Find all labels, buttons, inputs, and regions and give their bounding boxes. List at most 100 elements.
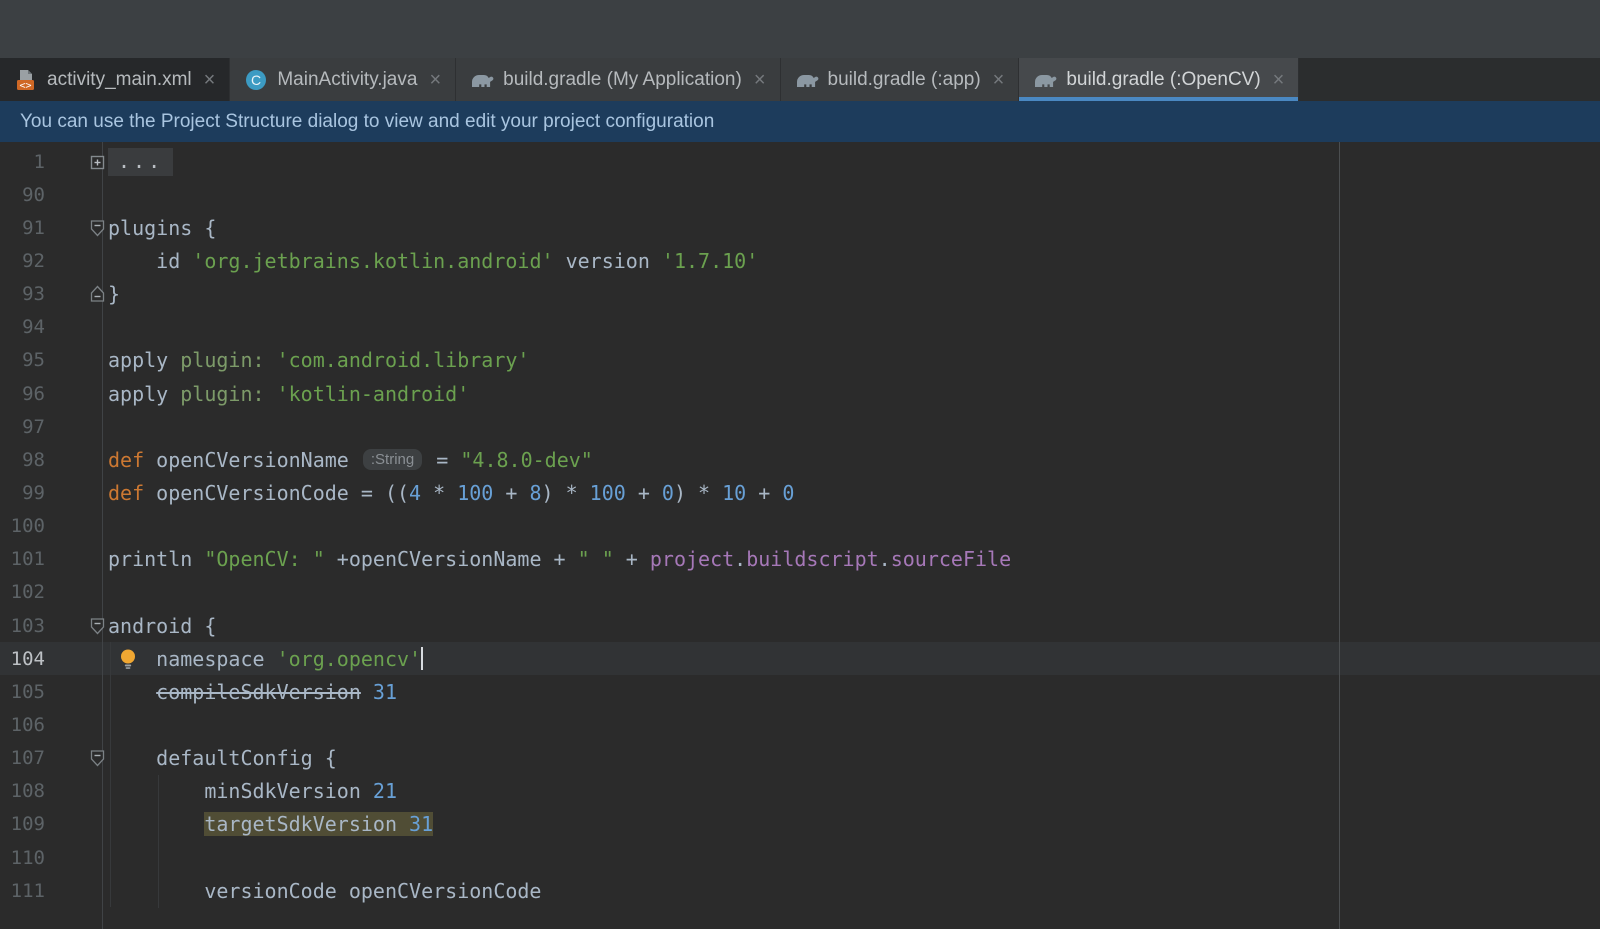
code-line-1[interactable]: 1... (0, 145, 1600, 178)
code-line-93[interactable]: 93} (0, 278, 1600, 311)
code-line-107[interactable]: 107 defaultConfig { (0, 742, 1600, 775)
tab-build-gradle-my-application[interactable]: build.gradle (My Application) × (456, 58, 780, 101)
code-line-111[interactable]: 111 versionCode openCVersionCode (0, 874, 1600, 907)
code-text: versionCode openCVersionCode (108, 879, 541, 903)
tab-close-icon[interactable]: × (1273, 70, 1285, 90)
code-line-91[interactable]: 91plugins { (0, 211, 1600, 244)
code-line-92[interactable]: 92 id 'org.jetbrains.kotlin.android' ver… (0, 244, 1600, 277)
tab-label: build.gradle (My Application) (503, 69, 742, 91)
line-number: 102 (0, 581, 45, 603)
tab-close-icon[interactable]: × (754, 70, 766, 90)
code-text: plugins { (108, 216, 216, 240)
code-line-110[interactable]: 110 (0, 841, 1600, 874)
line-number: 109 (0, 813, 45, 835)
gutter: 100 (0, 510, 108, 543)
code-segment: def (108, 481, 144, 505)
code-segment: 0 (662, 481, 674, 505)
gutter: 103 (0, 609, 108, 642)
gutter: 96 (0, 377, 108, 410)
code-segment: +openCVersionName + (325, 547, 578, 571)
code-line-101[interactable]: 101println "OpenCV: " +openCVersionName … (0, 543, 1600, 576)
code-line-103[interactable]: 103android { (0, 609, 1600, 642)
fold-collapse-icon[interactable] (89, 616, 106, 635)
xml-file-icon: <> (14, 68, 38, 92)
editor-rows: 1...9091plugins {92 id 'org.jetbrains.ko… (0, 145, 1600, 907)
fold-collapse-icon[interactable] (89, 218, 106, 237)
code-segment: . (734, 547, 746, 571)
code-editor[interactable]: 1...9091plugins {92 id 'org.jetbrains.ko… (0, 142, 1600, 929)
code-text: id 'org.jetbrains.kotlin.android' versio… (108, 249, 758, 273)
code-line-102[interactable]: 102 (0, 576, 1600, 609)
code-line-108[interactable]: 108 minSdkVersion 21 (0, 775, 1600, 808)
gutter: 92 (0, 244, 108, 277)
notification-banner[interactable]: You can use the Project Structure dialog… (0, 101, 1600, 142)
java-class-icon: C (244, 68, 268, 92)
tab-activity-main-xml[interactable]: <>activity_main.xml× (0, 58, 230, 101)
line-number: 107 (0, 747, 45, 769)
fold-collapse-icon[interactable] (89, 749, 106, 768)
code-segment: 'org.opencv' (277, 647, 422, 671)
tab-mainactivity-java[interactable]: CMainActivity.java× (230, 58, 456, 101)
tab-close-icon[interactable]: × (993, 70, 1005, 90)
code-segment: 8 (529, 481, 541, 505)
line-number: 100 (0, 515, 45, 537)
code-segment: "4.8.0-dev" (460, 448, 592, 472)
editor-tab-bar: <>activity_main.xml×CMainActivity.java×b… (0, 58, 1600, 101)
code-line-109[interactable]: 109 targetSdkVersion 31 (0, 808, 1600, 841)
code-segment: id (108, 249, 192, 273)
right-margin-guide (1339, 142, 1340, 929)
code-segment: 'org.jetbrains.kotlin.android' (192, 249, 553, 273)
tab-build-gradle-app[interactable]: build.gradle (:app)× (781, 58, 1020, 101)
fold-collapse-end-icon[interactable] (89, 285, 106, 304)
code-line-97[interactable]: 97 (0, 410, 1600, 443)
code-line-105[interactable]: 105 compileSdkVersion 31 (0, 675, 1600, 708)
code-segment: 31 (409, 812, 433, 836)
code-segment: apply (108, 382, 180, 406)
code-line-99[interactable]: 99def openCVersionCode = ((4 * 100 + 8) … (0, 476, 1600, 509)
code-segment: defaultConfig { (108, 746, 337, 770)
line-number: 95 (0, 349, 45, 371)
intention-bulb-icon[interactable] (118, 648, 138, 670)
code-segment: " " (578, 547, 614, 571)
code-segment: openCVersionCode = (( (144, 481, 409, 505)
code-line-94[interactable]: 94 (0, 311, 1600, 344)
gutter-separator (102, 142, 103, 929)
code-line-100[interactable]: 100 (0, 510, 1600, 543)
code-segment (361, 680, 373, 704)
code-line-106[interactable]: 106 (0, 708, 1600, 741)
code-segment: 100 (590, 481, 626, 505)
code-segment: + (493, 481, 529, 505)
code-segment: android { (108, 614, 216, 638)
code-line-96[interactable]: 96apply plugin: 'kotlin-android' (0, 377, 1600, 410)
code-segment (108, 680, 156, 704)
code-segment: apply (108, 348, 180, 372)
code-segment: minSdkVersion (108, 779, 373, 803)
tab-close-icon[interactable]: × (204, 70, 216, 90)
code-segment: ) * (674, 481, 722, 505)
code-segment: 21 (373, 779, 397, 803)
code-line-90[interactable]: 90 (0, 178, 1600, 211)
tab-build-gradle-opencv[interactable]: build.gradle (:OpenCV)× (1019, 58, 1299, 101)
tab-close-icon[interactable]: × (429, 70, 441, 90)
line-number: 104 (0, 648, 45, 670)
line-number: 94 (0, 316, 45, 338)
gutter: 111 (0, 874, 108, 907)
code-segment: def (108, 448, 144, 472)
code-segment: 0 (782, 481, 794, 505)
window-titlebar (0, 0, 1600, 58)
code-segment: 4 (409, 481, 421, 505)
folded-region[interactable]: ... (108, 148, 173, 176)
code-line-104[interactable]: 104 namespace 'org.opencv' (0, 642, 1600, 675)
code-text: defaultConfig { (108, 746, 337, 770)
code-segment: 'com.android.library' (277, 348, 530, 372)
code-text: targetSdkVersion 31 (108, 812, 433, 836)
code-line-98[interactable]: 98def openCVersionName :String = "4.8.0-… (0, 443, 1600, 476)
gutter: 93 (0, 278, 108, 311)
gradle-elephant-icon (795, 70, 819, 90)
fold-expand-icon[interactable] (89, 153, 106, 171)
code-line-95[interactable]: 95apply plugin: 'com.android.library' (0, 344, 1600, 377)
code-segment (108, 812, 204, 836)
code-segment: "OpenCV: " (204, 547, 324, 571)
code-segment: targetSdkVersion (204, 812, 409, 836)
code-text: ... (108, 148, 173, 176)
